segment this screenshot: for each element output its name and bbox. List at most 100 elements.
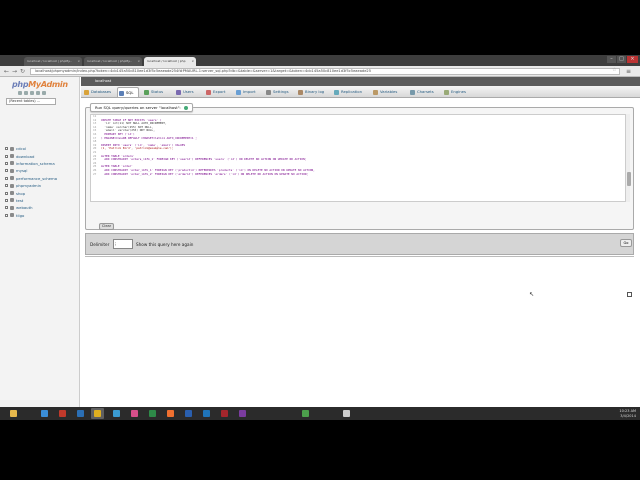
delimiter-input[interactable]: ; [113, 239, 133, 249]
database-item[interactable]: tilgo [5, 212, 57, 219]
taskbar-app[interactable] [110, 408, 123, 419]
expand-icon[interactable] [5, 154, 8, 158]
database-item[interactable]: webauth [5, 204, 57, 211]
forward-icon[interactable]: → [11, 68, 18, 75]
browser-tab[interactable]: localhost / localhost | phpMy... × [24, 57, 82, 66]
tab-label: Import [243, 89, 256, 94]
tab-import[interactable]: Import [235, 87, 256, 97]
expand-icon[interactable] [5, 161, 8, 165]
tab-engines[interactable]: Engines [443, 87, 466, 97]
taskbar-app[interactable] [236, 408, 249, 419]
scrollbar-thumb[interactable] [626, 172, 631, 186]
reload-nav-icon[interactable] [42, 91, 46, 95]
browser-tab-active[interactable]: localhost / localhost | php × [144, 57, 196, 66]
database-item[interactable]: shop [5, 189, 57, 196]
taskbar-app[interactable] [164, 408, 177, 419]
database-icon [10, 161, 14, 166]
tab-variables[interactable]: Variables [372, 87, 397, 97]
taskbar-app[interactable] [200, 408, 213, 419]
access-icon [221, 410, 228, 417]
tab-binary-log[interactable]: Binary log [297, 87, 324, 97]
taskbar-app[interactable] [182, 408, 195, 419]
sql-query-fieldset: 11 12 CREATE TABLE IF NOT EXISTS `users` (… [85, 107, 634, 230]
database-item[interactable]: performance_schema [5, 175, 57, 182]
taskbar-app[interactable] [299, 408, 312, 419]
database-icon [10, 176, 14, 181]
tab-status[interactable]: Status [143, 87, 163, 97]
browser-tab[interactable]: localhost / localhost | phpMy... × [84, 57, 142, 66]
expand-icon[interactable] [5, 191, 8, 195]
taskbar-app[interactable] [7, 408, 20, 419]
menu-icon[interactable]: ≡ [626, 68, 631, 75]
taskbar-app[interactable] [128, 408, 141, 419]
back-icon[interactable]: ← [3, 68, 10, 75]
bookmark-star-icon[interactable]: ☆ [612, 67, 616, 73]
settings-icon[interactable] [36, 91, 40, 95]
address-bar[interactable]: localhost/phpmyadmin/index.php?token=4cb… [30, 68, 620, 75]
taskbar-app[interactable] [146, 408, 159, 419]
tab-charsets[interactable]: Charsets [409, 87, 434, 97]
taskbar-app[interactable] [218, 408, 231, 419]
main-panel: localhost Databases SQL Status Users Exp… [81, 77, 640, 420]
expand-icon[interactable] [5, 169, 8, 173]
show-query-again-label[interactable]: Show this query here again [136, 242, 193, 247]
reload-icon[interactable]: ↻ [19, 68, 26, 75]
status-icon [144, 90, 149, 95]
clock-date[interactable]: 3/4/2014 [619, 414, 636, 419]
clear-button[interactable]: Clear [99, 223, 114, 230]
close-window-icon[interactable]: × [627, 56, 638, 63]
file-explorer-icon [10, 410, 17, 417]
sql-query-editor[interactable]: 11 12 CREATE TABLE IF NOT EXISTS `users` (… [90, 114, 628, 202]
server-breadcrumb: localhost [81, 77, 640, 86]
database-item[interactable]: information_schema [5, 160, 57, 167]
taskbar-app[interactable] [38, 408, 51, 419]
expand-icon[interactable] [5, 206, 8, 210]
close-icon[interactable]: × [191, 59, 194, 63]
expand-icon[interactable] [5, 198, 8, 202]
onenote-icon [239, 410, 246, 417]
tab-users[interactable]: Users [175, 87, 194, 97]
tab-settings[interactable]: Settings [265, 87, 289, 97]
database-name: tilgo [16, 212, 25, 218]
database-item[interactable]: download [5, 152, 57, 159]
editor-scrollbar[interactable] [625, 114, 631, 202]
tab-sql[interactable]: SQL [117, 87, 139, 97]
taskbar-app[interactable] [74, 408, 87, 419]
expand-icon[interactable] [5, 213, 8, 217]
expand-icon[interactable] [5, 184, 8, 188]
tab-label: Replication [341, 89, 363, 94]
taskbar-app[interactable] [91, 408, 104, 419]
expand-icon[interactable] [5, 176, 8, 180]
taskbar-app[interactable] [56, 408, 69, 419]
tab-label: Engines [451, 89, 466, 94]
phpmyadmin-logo[interactable]: phpMyAdmin [12, 80, 68, 89]
close-icon[interactable]: × [77, 59, 80, 63]
database-icon [10, 168, 14, 173]
docs-icon[interactable] [30, 91, 34, 95]
help-icon[interactable] [183, 106, 188, 110]
tab-databases[interactable]: Databases [83, 87, 111, 97]
taskbar-app[interactable] [340, 408, 353, 419]
minimize-icon[interactable]: – [607, 56, 616, 63]
logout-icon[interactable] [24, 91, 28, 95]
database-item[interactable]: test [5, 197, 57, 204]
database-item[interactable]: phpmyadmin [5, 182, 57, 189]
line-text: ADD CONSTRAINT `order_ibfk_2` FOREIGN KE… [101, 171, 309, 176]
database-item[interactable]: cdcol [5, 145, 57, 152]
home-icon[interactable] [18, 91, 22, 95]
ie-icon [41, 410, 48, 417]
database-item[interactable]: mysql [5, 167, 57, 174]
clock-time[interactable]: 10:23 AM [619, 409, 636, 414]
mouse-cursor-icon: ↖ [529, 291, 535, 298]
tab-export[interactable]: Export [205, 87, 225, 97]
xampp-icon [167, 410, 174, 417]
recent-tables-select[interactable]: (Recent tables) ... [6, 98, 56, 105]
go-button[interactable]: Go [620, 239, 632, 247]
tab-replication[interactable]: Replication [333, 87, 362, 97]
close-icon[interactable]: × [137, 59, 140, 63]
chrome-icon [94, 410, 101, 417]
maximize-icon[interactable]: □ [617, 56, 626, 63]
expand-icon[interactable] [5, 147, 8, 151]
server-link[interactable]: localhost [95, 79, 111, 83]
page-icon[interactable] [627, 292, 632, 297]
